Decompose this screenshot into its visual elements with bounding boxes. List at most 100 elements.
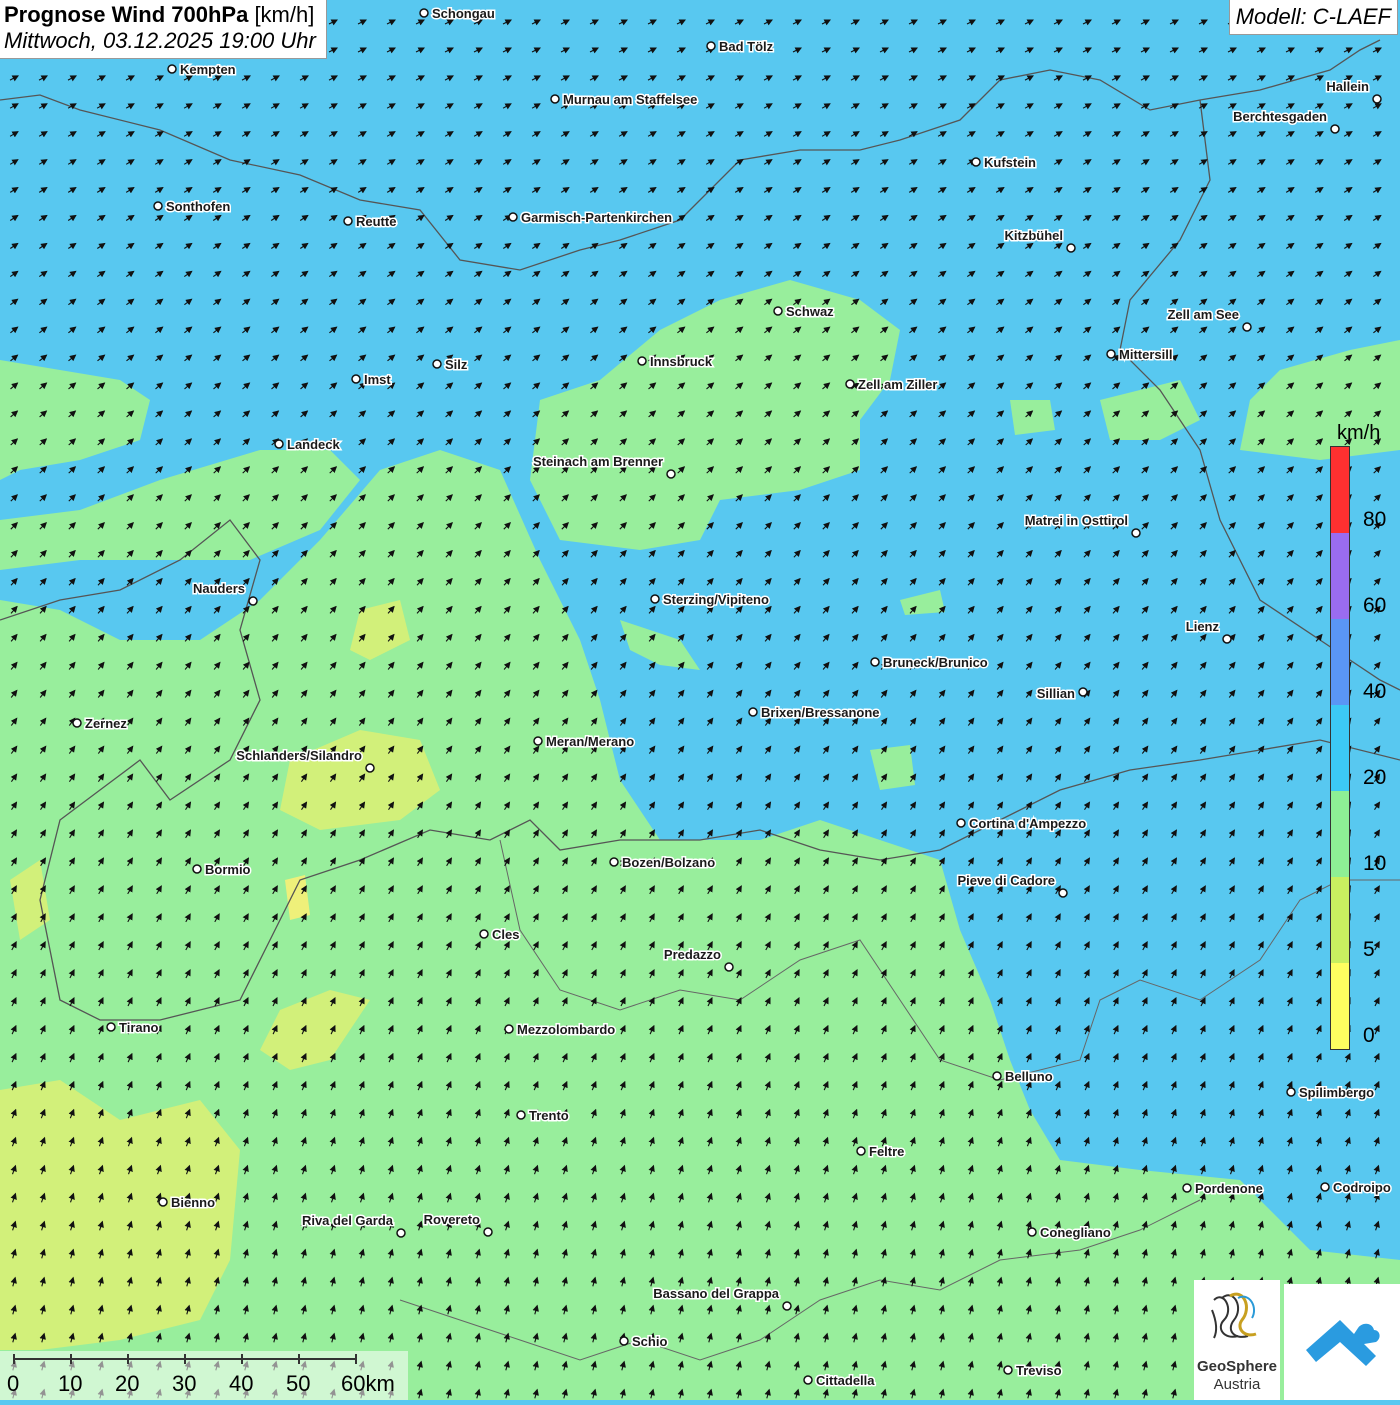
city-label: Belluno xyxy=(1005,1069,1053,1084)
city-marker-icon xyxy=(516,1110,526,1120)
city-marker-icon xyxy=(619,1336,629,1346)
city-marker-icon xyxy=(72,718,82,728)
scale-label-50: 50 xyxy=(286,1371,311,1396)
city-marker-icon xyxy=(483,1227,493,1237)
city-marker-icon xyxy=(856,1146,866,1156)
city-label: Garmisch-Partenkirchen xyxy=(521,210,672,225)
city-label: Landeck xyxy=(287,437,341,452)
city-marker-icon xyxy=(158,1197,168,1207)
city-label: Zernez xyxy=(85,716,127,731)
city-label: Kitzbühel xyxy=(1005,228,1064,243)
city-marker-icon xyxy=(1182,1183,1192,1193)
city-label: Pordenone xyxy=(1195,1181,1263,1196)
legend-seg-5 xyxy=(1331,877,1349,963)
city-label: Bruneck/Brunico xyxy=(883,655,988,670)
scale-label-0: 0 xyxy=(7,1371,20,1396)
scale-bar: 0 10 20 30 40 50 60km xyxy=(0,1351,408,1400)
legend-seg-60 xyxy=(1331,533,1349,619)
city-marker-icon xyxy=(803,1375,813,1385)
city-marker-icon xyxy=(971,157,981,167)
geosphere-logo[interactable]: GeoSphere Austria xyxy=(1194,1280,1280,1400)
city-marker-icon xyxy=(396,1228,406,1238)
city-label: Nauders xyxy=(193,581,245,596)
city-label: Sonthofen xyxy=(166,199,230,214)
city-label: Schongau xyxy=(432,6,495,21)
city-label: Pieve di Cadore xyxy=(957,873,1055,888)
city-marker-icon xyxy=(724,962,734,972)
city-label: Brixen/Bressanone xyxy=(761,705,880,720)
city-label: Schio xyxy=(632,1334,667,1349)
city-label: Riva del Garda xyxy=(302,1213,394,1228)
city-label: Reutte xyxy=(356,214,396,229)
city-label: Sillian xyxy=(1037,686,1075,701)
city-marker-icon xyxy=(870,657,880,667)
city-label: Treviso xyxy=(1016,1363,1062,1378)
city-marker-icon xyxy=(479,929,489,939)
city-label: Mezzolombardo xyxy=(517,1022,615,1037)
scale-bar-line xyxy=(13,1354,357,1364)
legend-unit: km/h xyxy=(1337,422,1381,444)
city-label: Lienz xyxy=(1186,619,1220,634)
city-marker-icon xyxy=(1330,124,1340,134)
city-marker-icon xyxy=(650,594,660,604)
city-marker-icon xyxy=(419,8,429,18)
city-label: Rovereto xyxy=(424,1212,480,1227)
city-marker-icon xyxy=(773,306,783,316)
wind-map[interactable]: Schongau Bad Tölz Kempten Murnau am Staffel… xyxy=(0,0,1400,1400)
city-marker-icon xyxy=(167,64,177,74)
city-marker-icon xyxy=(706,41,716,51)
city-label: Innsbruck xyxy=(650,354,713,369)
city-marker-icon xyxy=(504,1024,514,1034)
city-marker-icon xyxy=(782,1301,792,1311)
city-marker-icon xyxy=(351,374,361,384)
city-marker-icon xyxy=(1222,634,1232,644)
scale-label-60km: 60km xyxy=(341,1371,395,1396)
city-label: Imst xyxy=(364,372,391,387)
city-label: Spilimbergo xyxy=(1299,1085,1374,1100)
legend-label-5: 5 xyxy=(1363,938,1375,961)
city-label: Cortina d'Ampezzo xyxy=(969,816,1086,831)
brand-line1: GeoSphere xyxy=(1196,1358,1278,1375)
city-label: Cittadella xyxy=(816,1373,875,1388)
city-marker-icon xyxy=(153,201,163,211)
scale-label-10: 10 xyxy=(58,1371,83,1396)
scale-label-30: 30 xyxy=(172,1371,197,1396)
legend-seg-20 xyxy=(1331,705,1349,791)
city-marker-icon xyxy=(1003,1365,1013,1375)
city-label: Matrei in Osttirol xyxy=(1025,513,1128,528)
city-marker-icon xyxy=(637,356,647,366)
city-label: Conegliano xyxy=(1040,1225,1111,1240)
city-marker-icon xyxy=(365,763,375,773)
city-marker-icon xyxy=(666,469,676,479)
city-marker-icon xyxy=(274,439,284,449)
city-label: Tirano xyxy=(119,1020,159,1035)
legend-seg-80 xyxy=(1331,447,1349,533)
city-marker-icon xyxy=(192,864,202,874)
city-marker-icon xyxy=(533,736,543,746)
city-label: Steinach am Brenner xyxy=(533,454,663,469)
city-marker-icon xyxy=(1106,349,1116,359)
legend-label-10: 10 xyxy=(1363,852,1387,875)
city-marker-icon xyxy=(248,596,258,606)
city-marker-icon xyxy=(845,379,855,389)
city-label: Schwaz xyxy=(786,304,834,319)
legend-color-bar xyxy=(1330,446,1350,1050)
city-label: Predazzo xyxy=(664,947,721,962)
brand-line2: Austria xyxy=(1213,1376,1261,1393)
forecast-title-box: Prognose Wind 700hPa [km/h] Mittwoch, 03… xyxy=(0,0,327,59)
city-label: Sterzing/Vipiteno xyxy=(663,592,769,607)
city-marker-icon xyxy=(992,1071,1002,1081)
forecast-datetime: Mittwoch, 03.12.2025 19:00 Uhr xyxy=(4,28,316,53)
city-label: Hallein xyxy=(1326,79,1369,94)
city-marker-icon xyxy=(1058,888,1068,898)
city-marker-icon xyxy=(343,216,353,226)
cloud-arrow-icon xyxy=(1306,1320,1380,1366)
app-logo[interactable] xyxy=(1284,1284,1400,1400)
legend-label-40: 40 xyxy=(1363,680,1387,703)
city-label: Silz xyxy=(445,357,468,372)
city-label: Murnau am Staffelsee xyxy=(563,92,697,107)
city-marker-icon xyxy=(432,359,442,369)
city-label: Bassano del Grappa xyxy=(653,1286,779,1301)
city-label: Feltre xyxy=(869,1144,904,1159)
wind-area-yellowgreen-2 xyxy=(0,1080,240,1350)
